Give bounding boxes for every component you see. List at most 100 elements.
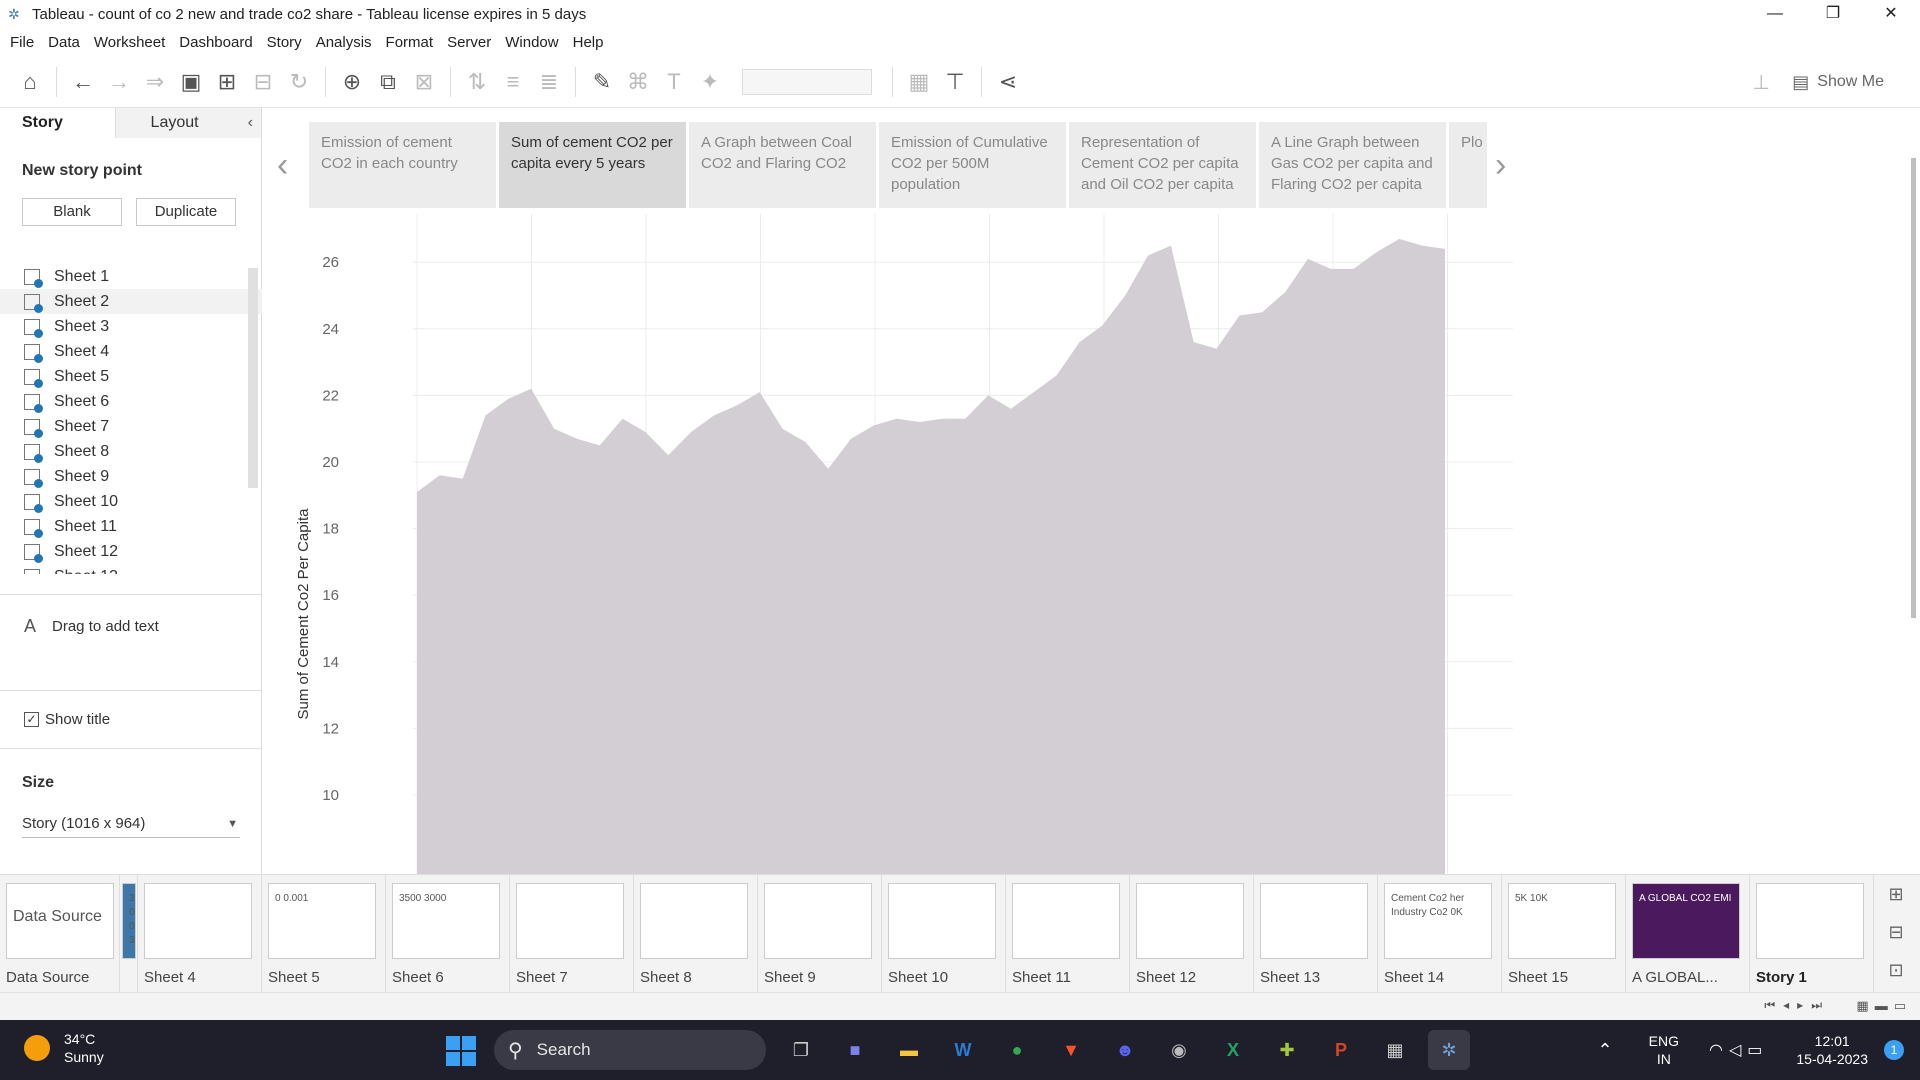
blank-button[interactable]: Blank bbox=[22, 198, 122, 226]
teams-icon[interactable]: ■ bbox=[834, 1030, 876, 1070]
task-view-icon[interactable]: ❐ bbox=[780, 1030, 822, 1070]
canvas-scrollbar[interactable] bbox=[1906, 158, 1920, 618]
group-icon[interactable]: ⌘ bbox=[620, 69, 656, 95]
calculator-icon[interactable]: ▦ bbox=[1374, 1030, 1416, 1070]
powerpoint-icon[interactable]: P bbox=[1320, 1030, 1362, 1070]
sheet-tab[interactable]: Sheet 4 bbox=[138, 875, 262, 993]
sheet-list-item[interactable]: Sheet 12 bbox=[0, 539, 262, 564]
duplicate-sheet-icon[interactable]: ⧉ bbox=[370, 69, 406, 95]
taskbar-search[interactable]: ⚲ Search bbox=[494, 1030, 766, 1070]
story-point-caption[interactable]: Representation of Cement CO2 per capita … bbox=[1069, 122, 1256, 208]
clock[interactable]: 12:01 15-04-2023 bbox=[1796, 1032, 1868, 1068]
tableau-taskbar-icon[interactable]: ✲ bbox=[1428, 1030, 1470, 1070]
menu-worksheet[interactable]: Worksheet bbox=[94, 34, 165, 51]
story-point-caption[interactable]: A Graph between Coal CO2 and Flaring CO2 bbox=[689, 122, 876, 208]
menu-file[interactable]: File bbox=[10, 34, 34, 51]
story-point-caption[interactable]: Emission of cement CO2 in each country bbox=[309, 122, 496, 208]
tray-chevron-icon[interactable]: ⌃ bbox=[1598, 1040, 1613, 1061]
next-story-point-icon[interactable]: › bbox=[1495, 146, 1506, 185]
notification-badge[interactable]: 1 bbox=[1884, 1040, 1904, 1060]
new-story-tab-icon[interactable]: ⊡ bbox=[1872, 951, 1920, 989]
scrollbar-thumb[interactable] bbox=[1911, 158, 1916, 618]
menu-server[interactable]: Server bbox=[447, 34, 491, 51]
excel-icon[interactable]: X bbox=[1212, 1030, 1254, 1070]
menu-help[interactable]: Help bbox=[573, 34, 604, 51]
sheet-list-item[interactable]: Sheet 11 bbox=[0, 514, 262, 539]
sheet-list-item[interactable]: Sheet 8 bbox=[0, 439, 262, 464]
save-icon[interactable]: ▣ bbox=[173, 69, 209, 95]
brave-icon[interactable]: ▼ bbox=[1050, 1030, 1092, 1070]
sheet-list-item[interactable]: Sheet 10 bbox=[0, 489, 262, 514]
label-icon[interactable]: T bbox=[656, 69, 692, 95]
menu-story[interactable]: Story bbox=[267, 34, 302, 51]
sheet-tab[interactable]: Cement Co2 her Industry Co2 0K Sheet 14 bbox=[1378, 875, 1502, 993]
sheet-list-scrollbar[interactable] bbox=[248, 268, 258, 488]
sheet-tab[interactable]: 5K 10K Sheet 15 bbox=[1502, 875, 1626, 993]
tab-story[interactable]: Story bbox=[0, 108, 115, 138]
home-icon[interactable]: ⌂ bbox=[12, 69, 48, 95]
language-indicator[interactable]: ENG IN bbox=[1649, 1032, 1679, 1068]
story-point-caption[interactable]: Emission of Cumulative CO2 per 500M popu… bbox=[879, 122, 1066, 208]
windows-start-icon[interactable] bbox=[446, 1036, 476, 1066]
sheet-tab[interactable]: 352 0 0 3 bbox=[120, 875, 138, 993]
minimize-button[interactable]: — bbox=[1746, 0, 1804, 28]
sheet-list-item[interactable]: Sheet 13 bbox=[0, 564, 262, 574]
weather-widget[interactable]: 34°C Sunny bbox=[24, 1030, 104, 1066]
area-series[interactable] bbox=[417, 238, 1445, 874]
menu-window[interactable]: Window bbox=[505, 34, 558, 51]
tab-layout[interactable]: Layout ‹ bbox=[114, 108, 261, 138]
sheet-list-item[interactable]: Sheet 2 bbox=[0, 289, 262, 314]
duplicate-button[interactable]: Duplicate bbox=[136, 198, 236, 226]
new-dashboard-tab-icon[interactable]: ⊟ bbox=[1872, 913, 1920, 951]
sort-descending-icon[interactable]: ≣ bbox=[531, 69, 567, 95]
menu-data[interactable]: Data bbox=[48, 34, 80, 51]
refresh-icon[interactable]: ↻ bbox=[281, 69, 317, 95]
tab-pager-icons[interactable]: ⏮◂▸⏭ bbox=[1764, 998, 1830, 1013]
sheet-list-item[interactable]: Sheet 7 bbox=[0, 414, 262, 439]
new-datasource-icon[interactable]: ⊞ bbox=[209, 69, 245, 95]
sheet-tab[interactable]: Data Source Data Source bbox=[0, 875, 120, 993]
sheet-tab[interactable]: A GLOBAL CO2 EMI A GLOBAL... bbox=[1626, 875, 1750, 993]
new-worksheet-tab-icon[interactable]: ⊞ bbox=[1872, 875, 1920, 913]
size-select[interactable]: Story (1016 x 964) ▼ bbox=[22, 810, 240, 838]
restore-button[interactable]: ❐ bbox=[1804, 0, 1862, 28]
view-mode-icons[interactable]: ▦▬▭ bbox=[1856, 998, 1912, 1014]
sheet-tab[interactable]: Sheet 12 bbox=[1130, 875, 1254, 993]
replay-icon[interactable]: ⇒ bbox=[137, 69, 173, 95]
sheet-tab[interactable]: Sheet 7 bbox=[510, 875, 634, 993]
plus-app-icon[interactable]: ✚ bbox=[1266, 1030, 1308, 1070]
wifi-volume-battery-icons[interactable]: ◠◁▭ bbox=[1709, 1040, 1768, 1060]
previous-story-point-icon[interactable]: ‹ bbox=[277, 146, 288, 185]
pin-icon[interactable]: ✦ bbox=[692, 69, 728, 95]
card-icon[interactable]: ▦ bbox=[901, 69, 937, 95]
chrome-icon[interactable]: ● bbox=[996, 1030, 1038, 1070]
sheet-list-item[interactable]: Sheet 6 bbox=[0, 389, 262, 414]
menu-analysis[interactable]: Analysis bbox=[316, 34, 372, 51]
sheet-tab[interactable]: 0 0.001 Sheet 5 bbox=[262, 875, 386, 993]
pause-update-icon[interactable]: ⊟ bbox=[245, 69, 281, 95]
menu-dashboard[interactable]: Dashboard bbox=[179, 34, 252, 51]
sheet-tab[interactable]: Sheet 11 bbox=[1006, 875, 1130, 993]
sheet-tab[interactable]: Sheet 13 bbox=[1254, 875, 1378, 993]
redo-icon[interactable]: → bbox=[101, 69, 137, 95]
format-painter-icon[interactable]: ⊥ bbox=[1753, 70, 1770, 95]
story-point-caption[interactable]: Sum of cement CO2 per capita every 5 yea… bbox=[499, 122, 686, 208]
clear-sheet-icon[interactable]: ⊠ bbox=[406, 69, 442, 95]
collapse-chevron-icon[interactable]: ‹ bbox=[248, 108, 253, 138]
sheet-list-item[interactable]: Sheet 9 bbox=[0, 464, 262, 489]
camera-icon[interactable]: ◉ bbox=[1158, 1030, 1200, 1070]
highlight-icon[interactable]: ✎ bbox=[584, 69, 620, 95]
new-worksheet-icon[interactable]: ⊕ bbox=[334, 69, 370, 95]
sheet-tab[interactable]: Sheet 10 bbox=[882, 875, 1006, 993]
share-icon[interactable]: ⋖ bbox=[990, 69, 1026, 95]
story-point-caption[interactable]: Plo eff ind bbox=[1449, 122, 1487, 208]
show-me-button[interactable]: ▤ Show Me bbox=[1792, 56, 1884, 108]
sheet-list-item[interactable]: Sheet 5 bbox=[0, 364, 262, 389]
menu-format[interactable]: Format bbox=[386, 34, 434, 51]
presentation-icon[interactable]: ⊤ bbox=[937, 69, 973, 95]
sheet-tab[interactable]: Sheet 8 bbox=[634, 875, 758, 993]
sheet-tab[interactable]: Sheet 9 bbox=[758, 875, 882, 993]
undo-icon[interactable]: ← bbox=[65, 69, 101, 95]
sort-ascending-icon[interactable]: ≡ bbox=[495, 69, 531, 95]
sheet-list-item[interactable]: Sheet 4 bbox=[0, 339, 262, 364]
